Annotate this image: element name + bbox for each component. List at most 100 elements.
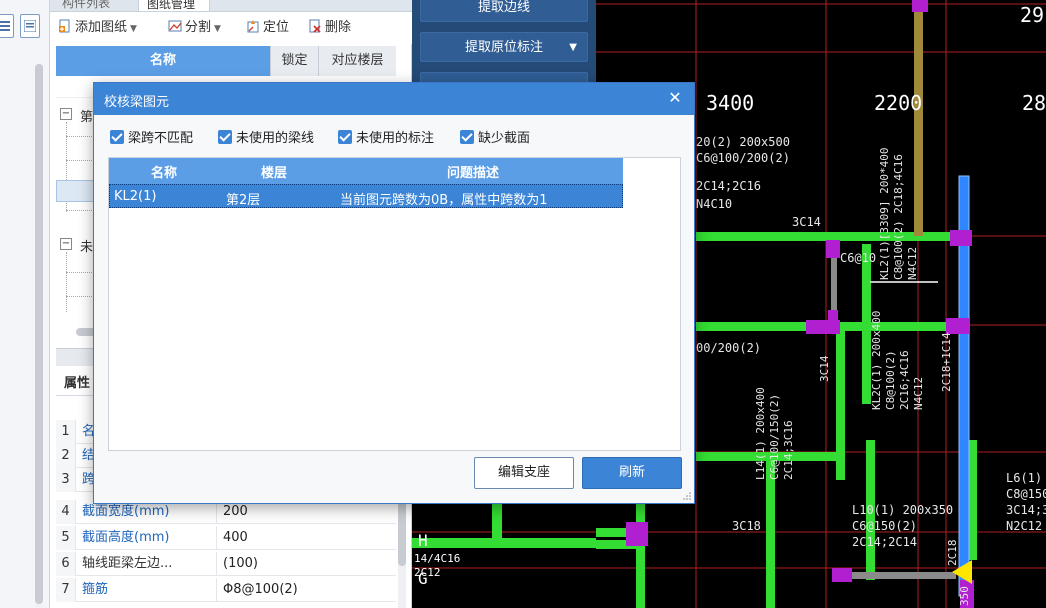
refresh-button[interactable]: 刷新 — [582, 457, 682, 489]
cad-annotation: 2C12 — [414, 566, 441, 579]
add-drawing-dropdown-icon[interactable]: ▼ — [130, 24, 137, 34]
cad-annotation: C8@100(2) 2C18;4C16 — [892, 154, 905, 280]
cad-annotation: N4C10 — [696, 197, 732, 211]
col-header-lock[interactable]: 锁定 — [270, 46, 318, 76]
axis-label-h: H — [418, 531, 428, 550]
cad-annotation: L14(1) 200x400 — [754, 387, 767, 480]
support-block — [950, 230, 972, 246]
dialog-title-bar[interactable]: 校核梁图元 ✕ — [94, 83, 694, 115]
issues-table-header: 名称 楼层 问题描述 — [109, 158, 623, 184]
beam-line — [492, 500, 502, 538]
cad-annotation: 350 — [958, 586, 971, 606]
cad-annotation: 3C14;3C1 — [1006, 503, 1046, 517]
row-number: 6 — [56, 552, 76, 576]
locate-label: 定位 — [263, 20, 290, 35]
prop-value[interactable]: (100) — [216, 552, 396, 576]
left-scrollbar[interactable] — [35, 64, 43, 608]
checkbox-checked-icon — [218, 130, 232, 144]
cad-annotation: KL2(1)[3309] 200*400 — [878, 148, 891, 280]
checkbox-missing-section[interactable]: 缺少截面 — [460, 127, 531, 146]
close-icon[interactable]: ✕ — [666, 88, 684, 108]
dialog-title: 校核梁图元 — [104, 95, 170, 110]
table-row[interactable]: KL2(1) 第2层 当前图元跨数为0B，属性中跨数为1 — [109, 184, 623, 208]
dimension-label: 29 — [1020, 3, 1044, 27]
cell-floor: 第2层 — [226, 193, 261, 208]
row-number: 1 — [56, 420, 76, 444]
cad-annotation: 3C14 — [818, 355, 831, 382]
cad-annotation: 2C14;2C14 — [852, 535, 917, 549]
checkbox-label: 缺少截面 — [478, 131, 531, 146]
prop-key: 箍筋 — [82, 582, 109, 597]
properties-title: 属性 — [64, 376, 91, 391]
checkbox-unused-beam-lines[interactable]: 未使用的梁线 — [218, 127, 314, 146]
split-button[interactable]: 分割 ▼ — [168, 19, 221, 37]
row-number: 7 — [56, 578, 76, 602]
beam-line — [636, 500, 645, 608]
checkbox-checked-icon — [110, 130, 124, 144]
cad-annotation: C6@150(2) — [852, 519, 917, 533]
cad-annotation: N4C12 — [912, 377, 925, 410]
panel-tabs: 构件列表 图纸管理 — [50, 0, 412, 12]
tab-drawing-manager[interactable]: 图纸管理 — [138, 0, 210, 11]
locate-icon — [247, 20, 259, 33]
edit-support-button[interactable]: 编辑支座 — [474, 457, 574, 489]
cell-description: 当前图元跨数为0B，属性中跨数为1 — [340, 193, 548, 208]
check-beam-dialog: 校核梁图元 ✕ 梁跨不匹配 未使用的梁线 未使用的标注 缺少截面 名称 楼层 问… — [93, 82, 695, 504]
row-number: 4 — [56, 500, 76, 524]
tree-node-label[interactable]: 第 — [80, 106, 93, 125]
locate-button[interactable]: 定位 — [246, 19, 289, 37]
cad-annotation: 2C18+1C14 — [940, 332, 953, 392]
row-number: 3 — [56, 468, 76, 492]
list-view-button[interactable] — [0, 14, 14, 38]
extract-edge-button[interactable]: 提取边线 — [420, 0, 588, 22]
tree-guide-line — [66, 136, 96, 137]
tree-collapse-icon[interactable]: − — [60, 108, 72, 120]
cad-annotation: N4C12 — [906, 247, 919, 280]
split-dropdown-icon[interactable]: ▼ — [214, 24, 221, 34]
cad-annotation: 3C18 — [732, 519, 761, 533]
cad-annotation: KL2C(1) 200x400 — [870, 311, 883, 410]
table-row[interactable]: 5 截面高度(mm) 400 — [56, 526, 396, 550]
cad-annotation: 3C14 — [792, 215, 821, 229]
cad-canvas-left[interactable]: H G 14/4C16 2C12 — [412, 500, 596, 608]
split-icon — [168, 20, 182, 32]
add-drawing-button[interactable]: 添加图纸 ▼ — [58, 19, 137, 37]
extract-original-annotation-button[interactable]: 提取原位标注 ▼ — [420, 32, 588, 62]
col-header-floor[interactable]: 对应楼层 — [318, 46, 396, 76]
detail-icon — [24, 20, 36, 32]
beam-line — [696, 232, 966, 241]
col-header-description[interactable]: 问题描述 — [447, 162, 499, 181]
tab-component-list[interactable]: 构件列表 — [62, 0, 110, 11]
checkbox-unused-annotations[interactable]: 未使用的标注 — [338, 127, 434, 146]
row-number: 5 — [56, 526, 76, 550]
tree-collapse-icon[interactable]: − — [60, 238, 72, 250]
prop-value[interactable]: Φ8@100(2) — [216, 578, 396, 602]
resize-grip-icon[interactable] — [683, 492, 691, 500]
tree-guide-line — [66, 252, 67, 312]
left-toolbar-strip — [0, 0, 50, 608]
checkbox-label: 梁跨不匹配 — [128, 131, 194, 146]
table-row[interactable]: 7 箍筋 Φ8@100(2) — [56, 578, 396, 602]
row-number: 2 — [56, 444, 76, 468]
col-header-floor[interactable]: 楼层 — [261, 162, 287, 181]
col-header-name[interactable]: 名称 — [56, 46, 270, 76]
support-block — [828, 310, 838, 334]
cad-annotation: L6(1) 200 — [1006, 471, 1046, 485]
cell-name: KL2(1) — [114, 189, 157, 204]
delete-label: 删除 — [325, 20, 352, 35]
prop-value[interactable]: 400 — [216, 526, 396, 550]
beam-line — [846, 572, 956, 579]
detail-view-button[interactable] — [20, 14, 40, 38]
tree-node-label[interactable]: 未 — [80, 236, 93, 255]
cad-annotation: 14/4C16 — [414, 552, 460, 565]
delete-button[interactable]: 删除 — [308, 19, 351, 37]
table-row[interactable]: 6 轴线距梁左边... (100) — [56, 552, 396, 576]
issues-table: 名称 楼层 问题描述 KL2(1) 第2层 当前图元跨数为0B，属性中跨数为1 — [108, 157, 681, 451]
cad-annotation: 20(2) 200x500 — [696, 135, 790, 149]
list-icon — [0, 21, 10, 31]
checkbox-span-mismatch[interactable]: 梁跨不匹配 — [110, 127, 194, 146]
cad-annotation: 2C14;2C16 — [696, 179, 761, 193]
dropdown-arrow-icon[interactable]: ▼ — [569, 33, 577, 63]
add-file-icon — [59, 19, 70, 33]
col-header-name[interactable]: 名称 — [151, 162, 177, 181]
